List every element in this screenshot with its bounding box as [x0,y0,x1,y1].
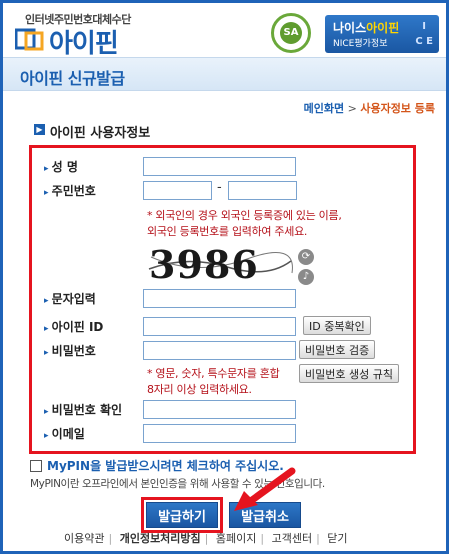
captcha-text: 3986 [149,243,259,283]
nice-subtitle: NICE평가정보 [333,39,388,49]
email-label: 이메일 [44,425,85,442]
password-note-line2: 8자리 이상 입력하세요. [147,383,252,396]
ipin-id-input[interactable] [143,317,296,336]
refresh-captcha-icon[interactable]: ⟳ [298,249,314,265]
footer-privacy-link[interactable]: 개인정보처리방침 [120,532,201,545]
ssn-label: 주민번호 [44,182,96,199]
ssn-front-input[interactable] [143,181,212,200]
nice-badge: 나이스아이핀 NICE평가정보 IC E [325,15,439,53]
page-title: 아이핀 신규발급 [20,69,125,88]
password-input[interactable] [143,341,296,360]
captcha-input[interactable] [143,289,296,308]
email-input[interactable] [143,424,296,443]
section-title: 아이핀 사용자정보 [50,126,151,141]
breadcrumb-current: 사용자정보 등록 [360,102,435,115]
password-confirm-input[interactable] [143,400,296,419]
ssn-back-input[interactable] [228,181,297,200]
footer-homepage-link[interactable]: 홈페이지 [216,532,256,545]
breadcrumb-separator: > [344,102,361,115]
mypin-checkbox[interactable] [30,460,42,472]
breadcrumb-home[interactable]: 메인화면 [304,102,344,115]
footer-close-link[interactable]: 닫기 [327,532,347,545]
audio-captcha-icon[interactable]: ♪ [298,269,314,285]
footer-support-link[interactable]: 고객센터 [272,532,312,545]
ssn-dash: - [217,180,222,195]
footer-links: 이용약관 | 개인정보처리방침 | 홈페이지 | 고객센터 | 닫기 [64,532,348,545]
breadcrumb: 메인화면 > 사용자정보 등록 [304,100,435,116]
captcha-label: 문자입력 [44,290,96,307]
issue-button[interactable]: 발급하기 [146,502,218,528]
security-seal-icon: SA [271,13,311,53]
nice-title: 나이스아이핀 [333,21,400,35]
footer-terms-link[interactable]: 이용약관 [64,532,104,545]
password-verify-button[interactable]: 비밀번호 검증 [299,340,376,359]
header: 인터넷주민번호대체수단 아이핀 SA 나이스아이핀 NICE평가정보 IC E [3,3,446,59]
ipin-logo-icon [15,28,44,51]
password-note-line1: * 영문, 숫자, 특수문자를 혼합 [147,367,280,380]
pointer-arrow-icon [234,467,296,511]
title-bar: 아이핀 신규발급 [3,57,446,91]
captcha-image: 3986 [148,243,293,283]
logo-text: 아이핀 [49,29,119,59]
name-input[interactable] [143,157,296,176]
ssn-note-line1: * 외국인의 경우 외국인 등록증에 있는 이름, [147,209,342,222]
id-duplicate-check-button[interactable]: ID 중복확인 [303,316,371,335]
ssn-note-line2: 외국인 등록번호를 입력하여 주세요. [147,225,308,238]
password-confirm-label: 비밀번호 확인 [44,401,122,418]
nice-ce-mark: IC E [415,21,433,47]
seal-text: SA [280,22,302,44]
name-label: 성 명 [44,158,78,175]
ipin-id-label: 아이핀 ID [44,318,104,335]
password-rule-button[interactable]: 비밀번호 생성 규칙 [299,364,399,383]
password-label: 비밀번호 [44,342,96,359]
